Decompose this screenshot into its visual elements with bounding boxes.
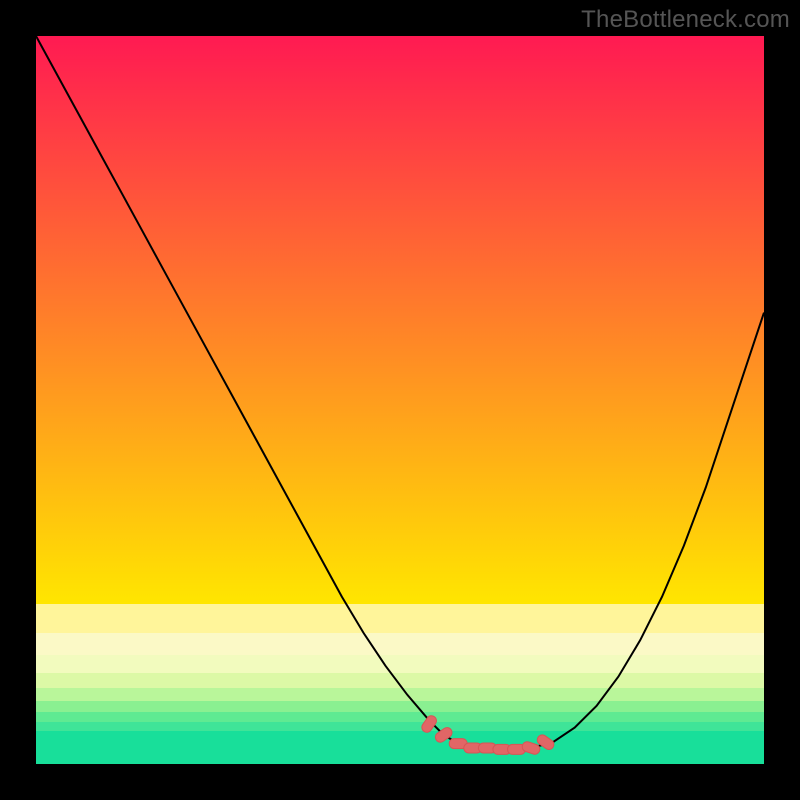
plot-area [36,36,764,764]
curve-layer [36,36,764,764]
watermark-text: TheBottleneck.com [581,6,790,34]
marker-dot [420,714,439,734]
chart-container: TheBottleneck.com [0,0,800,800]
bottleneck-curve [36,36,764,749]
data-markers [420,714,556,756]
